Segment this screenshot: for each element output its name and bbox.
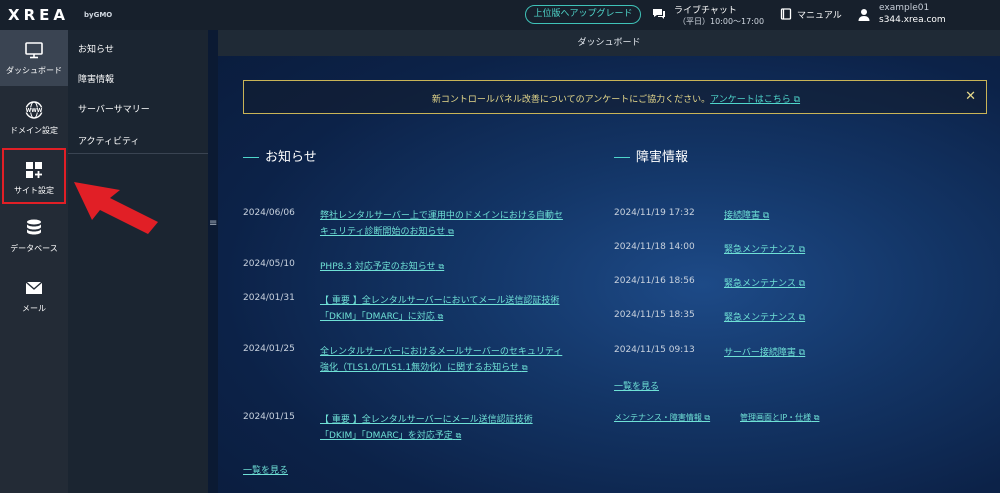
account-server: s344.xrea.com [879,15,946,25]
survey-banner: 新コントロールパネル改善についてのアンケートにご協力ください。アンケートはこちら… [243,80,987,114]
external-link-icon: ⧉ [448,227,454,236]
envelope-icon [25,281,43,294]
external-link-icon: ⧉ [762,211,770,221]
chat-title: ライブチャット [674,6,737,16]
external-link-icon: ⧉ [521,363,528,372]
book-icon [780,8,792,20]
news-date: 2024/01/31 [243,293,295,303]
dashboard-subnav: お知らせ 障害情報 サーバーサマリー アクティビティ [68,30,208,493]
subnav-item-news[interactable]: お知らせ [78,42,114,55]
close-icon[interactable]: ✕ [965,89,976,104]
incidents-section-title: 障害情報 [614,146,688,165]
top-header: XREA byGMO 上位版へアップグレード ライブチャット （平日）10:00… [0,0,1000,30]
svg-text:WWW: WWW [26,108,43,114]
user-icon [858,9,870,21]
manual-label: マニュアル [797,11,842,21]
incident-link[interactable]: サーバー接続障害 ⧉ [724,345,805,358]
news-link[interactable]: 【 重要 】全レンタルサーバーにおいてメール送信認証技術 「DKIM」「DMAR… [320,293,570,325]
account-username: example01 [879,3,930,13]
subnav-item-activity[interactable]: アクティビティ [78,134,139,147]
survey-text-row: 新コントロールパネル改善についてのアンケートにご協力ください。アンケートはこちら… [244,92,988,105]
news-title-text: お知らせ [265,150,317,165]
incident-date: 2024/11/15 18:35 [614,310,695,320]
site-settings-highlight [2,148,66,204]
news-date: 2024/01/25 [243,344,295,354]
menu-collapse-icon[interactable]: ≡ [209,218,217,229]
news-link[interactable]: PHP8.3 対応予定のお知らせ ⧉ [320,259,570,275]
incident-link[interactable]: 緊急メンテナンス ⧉ [724,276,805,289]
live-chat-link[interactable]: ライブチャット （平日）10:00～17:00 [652,2,772,28]
account-menu[interactable]: example01 s344.xrea.com [858,2,998,28]
database-icon [27,219,41,235]
news-more-link[interactable]: 一覧を見る [243,463,288,476]
nav-item-database[interactable]: データベース [0,208,68,264]
news-link[interactable]: 全レンタルサーバーにおけるメールサーバーのセキュリティ強化（TLS1.0/TLS… [320,344,570,376]
nav-label: メール [22,304,46,313]
external-link-icon: ⧉ [438,262,445,271]
nav-label: ドメイン設定 [10,126,58,135]
gmo-logo: byGMO [84,11,113,19]
incident-date: 2024/11/16 18:56 [614,276,695,286]
monitor-icon [25,42,43,59]
incident-date: 2024/11/18 14:00 [614,242,695,252]
main-nav: ダッシュボード WWW ドメイン設定 サイト設定 データベース メール [0,30,68,493]
subnav-item-server-summary[interactable]: サーバーサマリー [78,102,150,115]
external-link-icon: ⧉ [790,95,801,105]
maintenance-info-link[interactable]: メンテナンス・障害情報 ⧉ [614,412,710,423]
external-link-icon: ⧉ [437,312,444,321]
incident-link[interactable]: 緊急メンテナンス ⧉ [724,242,805,255]
external-link-icon: ⧉ [798,245,806,255]
news-link[interactable]: 【 重要 】全レンタルサーバーにメール送信認証技術 「DKIM」「DMARC」を… [320,412,570,444]
incident-date: 2024/11/19 17:32 [614,208,695,218]
incidents-more-link[interactable]: 一覧を見る [614,379,659,392]
subnav-item-incidents[interactable]: 障害情報 [78,72,114,85]
nav-item-domain[interactable]: WWW ドメイン設定 [0,90,68,146]
admin-ip-spec-link[interactable]: 管理画面とIP・仕様 ⧉ [740,412,819,423]
survey-link[interactable]: アンケートはこちら [710,95,791,105]
incident-link[interactable]: 緊急メンテナンス ⧉ [724,310,805,323]
news-date: 2024/01/15 [243,412,295,422]
incident-link[interactable]: 接続障害 ⧉ [724,208,769,221]
survey-message: 新コントロールパネル改善についてのアンケートにご協力ください。 [431,95,711,105]
page-title: ダッシュボード [218,30,1000,56]
title-dash [243,157,259,158]
main-content: ダッシュボード 新コントロールパネル改善についてのアンケートにご協力ください。ア… [218,30,1000,493]
incidents-title-text: 障害情報 [636,150,689,165]
external-link-icon: ⧉ [455,431,462,440]
xrea-logo[interactable]: XREA [8,6,69,24]
red-arrow-annotation [74,182,158,234]
chat-bubble-icon [653,9,665,19]
external-link-icon: ⧉ [798,313,806,323]
subnav-list: お知らせ 障害情報 サーバーサマリー アクティビティ [68,30,208,154]
news-section-title: お知らせ [243,146,317,165]
external-link-icon: ⧉ [798,348,806,358]
external-link-icon: ⧉ [798,279,806,289]
title-dash [614,157,630,158]
nav-label: データベース [10,244,58,253]
nav-label: ダッシュボード [6,66,62,75]
incident-date: 2024/11/15 09:13 [614,345,695,355]
nav-item-dashboard[interactable]: ダッシュボード [0,30,68,86]
news-date: 2024/06/06 [243,208,295,218]
nav-item-mail[interactable]: メール [0,268,68,324]
www-globe-icon: WWW [25,101,43,119]
chat-hours: （平日）10:00～17:00 [678,17,765,26]
upgrade-button[interactable]: 上位版へアップグレード [525,5,641,24]
news-link[interactable]: 弊社レンタルサーバー上で運用中のドメインにおける自動セキュリティ診断開始のお知ら… [320,208,570,240]
news-date: 2024/05/10 [243,259,295,269]
